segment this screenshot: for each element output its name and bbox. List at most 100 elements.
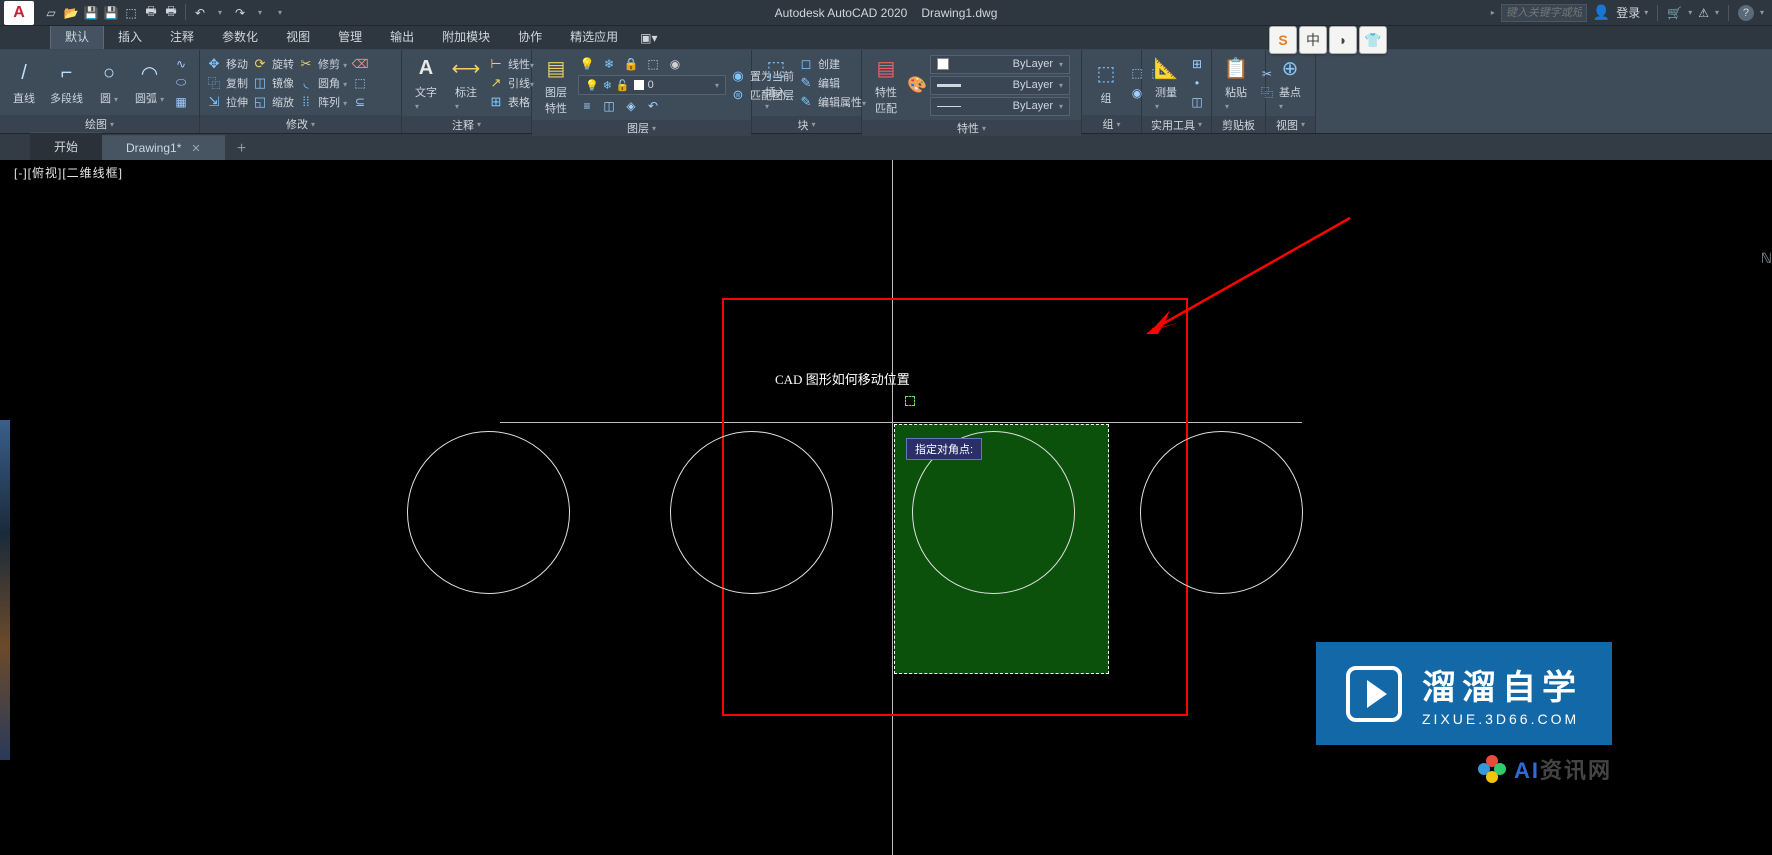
move-button[interactable]: ✥移动 (206, 56, 248, 72)
saveas-icon[interactable]: 💾 (102, 4, 120, 22)
point-icon[interactable]: • (1188, 74, 1206, 92)
warn-icon[interactable]: ⚠ (1698, 6, 1709, 20)
close-icon[interactable]: ✕ (191, 142, 200, 155)
ime-s-button[interactable]: S (1269, 26, 1297, 54)
ime-cn-button[interactable]: 中 (1299, 26, 1327, 54)
erase-icon[interactable]: ⌫ (351, 55, 369, 73)
array-button[interactable]: ⁞⁞阵列 ▾ (298, 94, 347, 110)
login-button[interactable]: 登录 ▾ (1616, 4, 1648, 21)
ime-shirt-button[interactable]: 👕 (1359, 26, 1387, 54)
tab-overflow[interactable]: ▣▾ (632, 27, 665, 49)
color-wheel-icon[interactable]: 🎨 (908, 76, 926, 94)
layerstate-icon[interactable]: ≡ (578, 97, 596, 115)
tab-drawing1[interactable]: Drawing1* ✕ (102, 135, 225, 160)
app-logo[interactable]: A (4, 1, 34, 25)
panel-annotation-title[interactable]: 注释▾ (402, 116, 531, 133)
layeron-icon[interactable]: 💡 (578, 55, 596, 73)
trim-button[interactable]: ✂修剪 ▾ (298, 56, 347, 72)
tab-collab[interactable]: 协作 (504, 24, 556, 49)
viewport-label[interactable]: [-][俯视][二维线框] (14, 164, 123, 181)
leader-button[interactable]: ↗引线▾ (488, 75, 534, 91)
stretch-button[interactable]: ⇲拉伸 (206, 94, 248, 110)
rotate-button[interactable]: ⟳旋转 (252, 56, 294, 72)
fillet-button[interactable]: ◟圆角 ▾ (298, 75, 347, 91)
add-tab-button[interactable]: + (229, 138, 255, 160)
linear-button[interactable]: ⊢线性▾ (488, 56, 534, 72)
qat-more-icon[interactable]: ▾ (271, 4, 289, 22)
color-select[interactable]: ByLayer▾ (930, 55, 1070, 74)
drawing-viewport[interactable]: [-][俯视][二维线框] CAD 图形如何移动位置 指定对角点: ℕ (10, 160, 1772, 855)
edit-block-button[interactable]: ✎编辑 (798, 75, 866, 91)
select-icon[interactable]: ◫ (1188, 93, 1206, 111)
calc-icon[interactable]: ⊞ (1188, 55, 1206, 73)
panel-modify-title[interactable]: 修改▾ (200, 115, 401, 133)
tab-annotate[interactable]: 注释 (156, 24, 208, 49)
table-button[interactable]: ⊞表格 (488, 94, 534, 110)
new-icon[interactable]: ▱ (42, 4, 60, 22)
search-input[interactable] (1501, 4, 1587, 22)
isolate-icon[interactable]: ◉ (666, 55, 684, 73)
undo-icon[interactable]: ↶ (191, 4, 209, 22)
create-block-button[interactable]: ◻创建 (798, 56, 866, 72)
redo-icon[interactable]: ↷ (231, 4, 249, 22)
tab-addins[interactable]: 附加模块 (428, 24, 504, 49)
panel-draw-title[interactable]: 绘图▾ (0, 115, 199, 133)
layer-props-button[interactable]: ▤图层 特性 (538, 52, 574, 118)
web-icon[interactable]: ⬚ (122, 4, 140, 22)
cart-icon[interactable]: 🛒 (1667, 6, 1682, 20)
plot-icon[interactable]: 🖶 (142, 4, 160, 22)
insert-block-button[interactable]: ⬚插入▾ (758, 52, 794, 114)
arc-button[interactable]: ◠圆弧 ▾ (131, 58, 168, 108)
panel-properties-title[interactable]: 特性▾ (862, 120, 1081, 136)
measure-button[interactable]: 📐测量▾ (1148, 52, 1184, 114)
mirror-button[interactable]: ◫镜像 (252, 75, 294, 91)
ellipse-icon[interactable]: ⬭ (172, 74, 190, 92)
layeroff-icon[interactable]: ⬚ (644, 55, 662, 73)
layerprev-icon[interactable]: ↶ (644, 97, 662, 115)
paste-button[interactable]: 📋粘贴▾ (1218, 52, 1254, 114)
spline-icon[interactable]: ∿ (172, 55, 190, 73)
linetype-select[interactable]: ByLayer▾ (930, 97, 1070, 116)
ime-moon-button[interactable]: ◗ (1329, 26, 1357, 54)
group-button[interactable]: ⬚组 (1088, 58, 1124, 108)
tab-featured[interactable]: 精选应用 (556, 24, 632, 49)
explode-icon[interactable]: ⬚ (351, 74, 369, 92)
panel-utilities-title[interactable]: 实用工具▾ (1142, 116, 1211, 133)
print-icon[interactable]: 🖶 (162, 4, 180, 22)
offset-icon[interactable]: ⊆ (351, 93, 369, 111)
redo-dropdown-icon[interactable]: ▾ (251, 4, 269, 22)
tab-default[interactable]: 默认 (50, 23, 104, 49)
match-props-button[interactable]: ▤特性 匹配 (868, 52, 904, 118)
save-icon[interactable]: 💾 (82, 4, 100, 22)
polyline-button[interactable]: ⌐多段线 (46, 58, 87, 108)
lock-icon[interactable]: 🔒 (622, 55, 640, 73)
lineweight-select[interactable]: ByLayer▾ (930, 76, 1070, 95)
line-button[interactable]: /直线 (6, 58, 42, 108)
panel-layers-title[interactable]: 图层▾ (532, 120, 751, 136)
edit-attr-button[interactable]: ✎编辑属性▾ (798, 94, 866, 110)
dimension-button[interactable]: ⟷标注▾ (448, 52, 484, 114)
help-icon[interactable]: ? (1738, 5, 1754, 21)
tab-output[interactable]: 输出 (376, 24, 428, 49)
undo-dropdown-icon[interactable]: ▾ (211, 4, 229, 22)
circle-button[interactable]: ○圆 ▾ (91, 58, 127, 108)
scale-button[interactable]: ◱缩放 (252, 94, 294, 110)
basepoint-button[interactable]: ⊕基点▾ (1272, 52, 1308, 114)
signin-icon[interactable]: 👤 (1593, 4, 1610, 21)
layer-select[interactable]: 💡❄🔓0 ▾ (578, 75, 726, 95)
panel-clipboard-title[interactable]: 剪贴板 (1212, 116, 1265, 133)
text-button[interactable]: A文字▾ (408, 52, 444, 114)
freeze-icon[interactable]: ❄ (600, 55, 618, 73)
layeriso-icon[interactable]: ◈ (622, 97, 640, 115)
tab-parametric[interactable]: 参数化 (208, 24, 272, 49)
tab-start[interactable]: 开始 (30, 132, 102, 160)
copy-button[interactable]: ⿻复制 (206, 75, 248, 91)
open-icon[interactable]: 📂 (62, 4, 80, 22)
panel-group-title[interactable]: 组▾ (1082, 115, 1141, 133)
tab-insert[interactable]: 插入 (104, 24, 156, 49)
panel-block-title[interactable]: 块▾ (752, 116, 861, 133)
tab-view[interactable]: 视图 (272, 24, 324, 49)
layerwalk-icon[interactable]: ◫ (600, 97, 618, 115)
tab-manage[interactable]: 管理 (324, 24, 376, 49)
panel-view-title[interactable]: 视图▾ (1266, 116, 1315, 133)
